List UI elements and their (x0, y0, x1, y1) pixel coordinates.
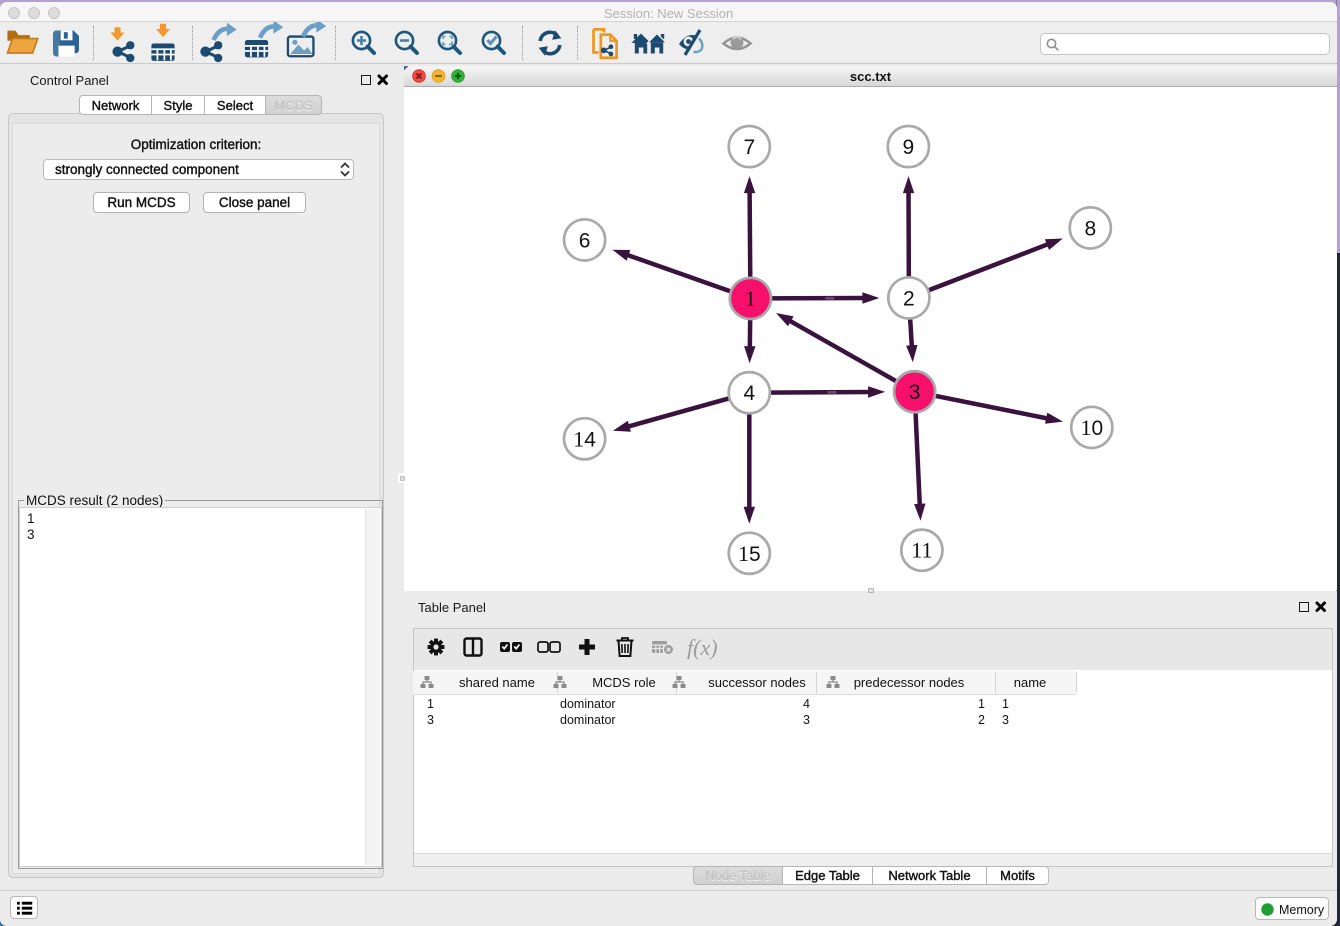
svg-text:10: 10 (1080, 415, 1103, 440)
svg-text:f(x): f(x) (687, 635, 718, 660)
svg-text:predecessor nodes: predecessor nodes (854, 675, 965, 690)
svg-text:14: 14 (573, 426, 596, 451)
svg-text:6: 6 (579, 229, 591, 252)
svg-text:8: 8 (1084, 217, 1096, 240)
svg-text:MCDS role: MCDS role (592, 675, 656, 690)
svg-text:9: 9 (903, 136, 915, 159)
svg-text:2: 2 (903, 287, 915, 310)
svg-text:1: 1 (745, 286, 756, 311)
svg-text:4: 4 (743, 382, 755, 405)
svg-text:7: 7 (743, 136, 755, 159)
svg-text:15: 15 (738, 541, 761, 566)
svg-text:name: name (1014, 675, 1047, 690)
svg-text:3: 3 (909, 381, 921, 404)
svg-text:shared name: shared name (459, 675, 535, 690)
svg-text:11: 11 (911, 538, 932, 563)
svg-text:successor nodes: successor nodes (708, 675, 806, 690)
